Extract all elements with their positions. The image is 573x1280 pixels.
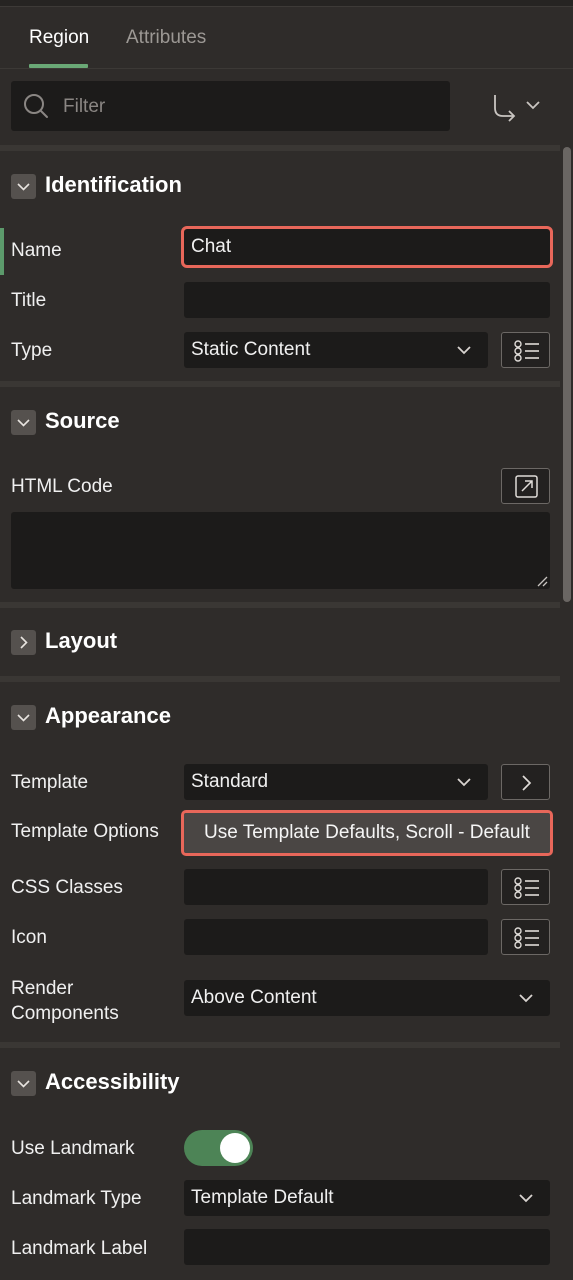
html-code-textarea[interactable] <box>11 512 550 589</box>
expand-code-editor-button[interactable] <box>501 468 550 504</box>
scrollbar[interactable] <box>563 147 571 602</box>
template-go-button[interactable] <box>501 764 550 800</box>
list-icon <box>514 340 539 362</box>
css-classes-label: CSS Classes <box>11 877 123 898</box>
chevron-right-icon <box>522 775 532 791</box>
section-title: Layout <box>45 628 118 653</box>
section-title: Source <box>45 408 120 433</box>
filter-box <box>11 81 450 131</box>
chevron-down-icon <box>11 410 36 435</box>
top-border <box>0 0 573 7</box>
search-icon <box>24 94 48 118</box>
template-value: Standard <box>191 771 269 792</box>
section-title: Identification <box>45 172 182 197</box>
section-header-source[interactable]: Source <box>11 408 211 438</box>
section-header-identification[interactable]: Identification <box>11 172 211 202</box>
chevron-down-icon <box>519 1194 533 1203</box>
chevron-down-icon <box>11 705 36 730</box>
title-field[interactable] <box>184 282 550 318</box>
section-divider <box>0 676 560 682</box>
section-header-appearance[interactable]: Appearance <box>11 703 211 733</box>
icon-label: Icon <box>11 927 47 948</box>
template-options-button[interactable]: Use Template Defaults, Scroll - Default <box>181 810 553 856</box>
icon-list-button[interactable] <box>501 919 550 955</box>
type-value: Static Content <box>191 339 311 360</box>
css-classes-list-button[interactable] <box>501 869 550 905</box>
render-components-label: Render Components <box>11 978 119 1024</box>
section-divider <box>0 602 560 608</box>
chevron-right-icon <box>11 630 36 655</box>
render-components-value: Above Content <box>191 987 317 1008</box>
expand-icon <box>515 475 538 498</box>
tab-bar: Region Attributes <box>0 7 573 69</box>
use-landmark-toggle[interactable] <box>184 1130 253 1166</box>
section-title: Accessibility <box>45 1069 180 1094</box>
landmark-type-select[interactable]: Template Default <box>184 1180 550 1216</box>
landmark-label-field[interactable] <box>184 1229 550 1265</box>
chevron-down-icon <box>11 1071 36 1096</box>
toggle-knob <box>220 1133 250 1163</box>
list-icon <box>514 877 539 899</box>
go-to-group-button[interactable] <box>491 92 543 122</box>
html-code-label: HTML Code <box>11 476 113 497</box>
name-label: Name <box>11 240 62 261</box>
chevron-down-icon <box>11 174 36 199</box>
type-label: Type <box>11 340 53 361</box>
css-classes-field[interactable] <box>184 869 488 905</box>
section-divider <box>0 1042 560 1048</box>
section-divider <box>0 145 560 151</box>
title-label: Title <box>11 290 47 311</box>
chevron-down-icon <box>457 346 471 355</box>
name-value: Chat <box>191 236 232 257</box>
active-tab-indicator <box>29 64 88 68</box>
template-label: Template <box>11 772 89 793</box>
icon-field[interactable] <box>184 919 488 955</box>
chevron-down-icon <box>457 778 471 787</box>
landmark-type-label: Landmark Type <box>11 1188 142 1209</box>
use-landmark-label: Use Landmark <box>11 1138 135 1159</box>
template-select[interactable]: Standard <box>184 764 488 800</box>
chevron-down-icon <box>519 994 533 1003</box>
type-list-button[interactable] <box>501 332 550 368</box>
section-header-layout[interactable]: Layout <box>11 628 211 658</box>
name-field[interactable]: Chat <box>181 226 553 268</box>
type-select[interactable]: Static Content <box>184 332 488 368</box>
go-to-group-icon <box>494 95 540 122</box>
filter-input[interactable] <box>61 89 435 125</box>
section-divider <box>0 381 560 387</box>
tab-region[interactable]: Region <box>29 27 89 49</box>
section-title: Appearance <box>45 703 171 728</box>
template-options-label: Template Options <box>11 821 159 842</box>
list-icon <box>514 927 539 949</box>
landmark-label-label: Landmark Label <box>11 1238 148 1259</box>
tab-attributes[interactable]: Attributes <box>126 27 206 49</box>
resize-handle-icon[interactable] <box>536 575 548 587</box>
section-header-accessibility[interactable]: Accessibility <box>11 1069 211 1099</box>
active-field-indicator <box>0 228 4 275</box>
render-components-select[interactable]: Above Content <box>184 980 550 1016</box>
landmark-type-value: Template Default <box>191 1187 334 1208</box>
